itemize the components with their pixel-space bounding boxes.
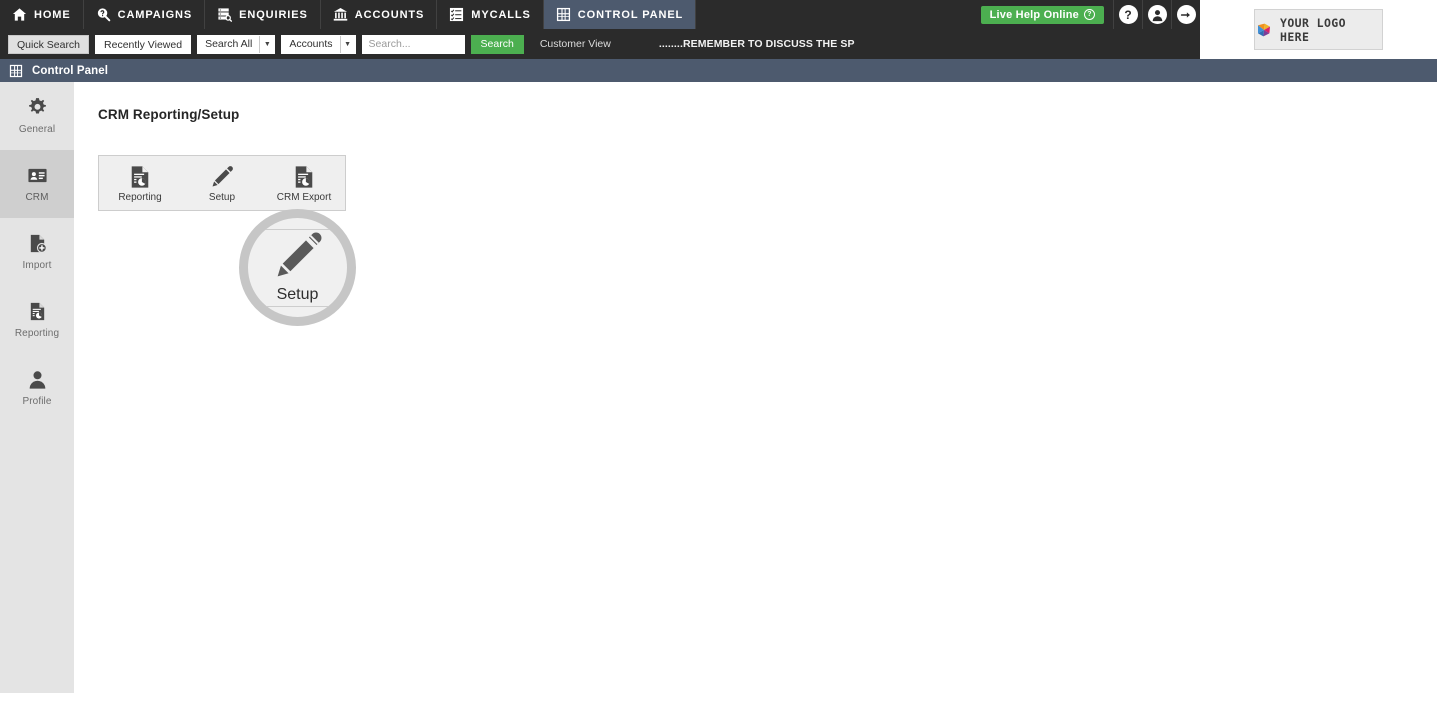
main-content: CRM Reporting/Setup Reporting Setup CRM … [74,82,1437,702]
crm-tile-strip: Reporting Setup CRM Export [98,155,346,211]
nav-tab-campaigns[interactable]: CAMPAIGNS [84,0,206,29]
document-chart-icon [127,164,153,190]
nav-tab-control-panel[interactable]: CONTROL PANEL [543,0,697,29]
nav-tab-accounts[interactable]: ACCOUNTS [321,0,438,29]
section-header-bar: Control Panel [0,59,1437,82]
sidebar-item-reporting[interactable]: Reporting [0,286,74,354]
magnifier-bottom-divider [248,306,347,307]
question-mark-icon: ? [1118,5,1138,24]
nav-tab-mycalls[interactable]: MYCALLS [437,0,544,29]
top-navigation-actions: Live Help Online ? ? [980,0,1200,29]
magnifier-overlay-setup: Setup [239,209,356,326]
announcement-marquee: ........REMEMBER TO DISCUSS THE SP [659,34,1200,54]
gear-icon [27,97,48,118]
search-input[interactable] [361,34,465,54]
section-title: Control Panel [32,64,109,77]
sidebar-item-general[interactable]: General [0,82,74,150]
tile-crm-export[interactable]: CRM Export [263,156,345,210]
left-sidebar: General CRM Import Reporting Profile [0,82,74,693]
contact-card-icon [27,165,48,186]
live-help-label: Live Help Online [989,8,1079,21]
page-title: CRM Reporting/Setup [98,107,240,122]
mycalls-list-icon [449,7,464,22]
company-logo-text: YOUR LOGO HERE [1280,15,1346,44]
company-logo[interactable]: YOUR LOGO HERE [1254,9,1383,50]
nav-tab-home[interactable]: HOME [0,0,84,29]
nav-tab-enquiries-label: ENQUIRIES [239,8,308,21]
pencil-icon [209,164,235,190]
magnifier-top-divider [248,229,347,230]
recently-viewed-button[interactable]: Recently Viewed [95,34,192,54]
search-button[interactable]: Search [470,34,524,54]
help-button[interactable]: ? [1113,0,1142,29]
search-scope-select-value: Search All [205,37,253,50]
campaigns-icon [96,7,111,22]
live-help-button[interactable]: Live Help Online ? [980,5,1104,24]
user-avatar-icon [1147,5,1167,24]
live-help-badge-icon: ? [1084,9,1095,20]
quick-search-bar: Quick Search Recently Viewed Search All … [0,29,1200,59]
tile-reporting-label: Reporting [118,191,162,203]
nav-tab-enquiries[interactable]: ENQUIRIES [205,0,321,29]
document-add-icon [27,233,48,254]
search-scope-select[interactable]: Search All ▼ [197,34,276,54]
announcement-marquee-text: ........REMEMBER TO DISCUSS THE SP [658,38,855,50]
tile-reporting[interactable]: Reporting [99,156,181,210]
tile-setup-label: Setup [208,191,236,203]
nav-tab-campaigns-label: CAMPAIGNS [117,8,193,21]
nav-tab-home-label: HOME [34,8,71,21]
sidebar-item-reporting-label: Reporting [14,328,60,339]
sidebar-item-import-label: Import [22,260,52,271]
sidebar-item-import[interactable]: Import [0,218,74,286]
app-root: HOME CAMPAIGNS ENQUIRIES ACCOUNTS MYCALL… [0,0,1437,702]
enquiries-icon [217,7,233,22]
logout-button[interactable] [1171,0,1200,29]
logout-arrow-icon [1176,5,1196,24]
nav-tab-control-panel-label: CONTROL PANEL [577,8,684,21]
tile-crm-export-label: CRM Export [276,191,332,203]
top-navigation-bar: HOME CAMPAIGNS ENQUIRIES ACCOUNTS MYCALL… [0,0,1200,29]
chevron-down-icon: ▼ [339,35,355,53]
nav-tab-accounts-label: ACCOUNTS [354,8,425,21]
person-icon [27,369,48,390]
nav-tab-mycalls-label: MYCALLS [471,8,531,21]
customer-view-link[interactable]: Customer View [540,38,611,50]
pencil-icon [270,228,326,284]
sidebar-item-crm[interactable]: CRM [0,150,74,218]
quick-search-button[interactable]: Quick Search [8,34,90,54]
search-entity-select[interactable]: Accounts ▼ [281,34,356,54]
control-panel-grid-icon [556,7,571,22]
sidebar-item-profile[interactable]: Profile [0,354,74,422]
sidebar-item-crm-label: CRM [25,192,49,203]
profile-button[interactable] [1142,0,1171,29]
accounts-bank-icon [333,7,348,22]
tile-setup[interactable]: Setup [181,156,263,210]
document-chart-icon [291,164,317,190]
sidebar-item-general-label: General [18,124,56,135]
control-panel-grid-icon [9,64,23,78]
home-icon [12,7,27,22]
search-entity-select-value: Accounts [289,37,333,50]
chevron-down-icon: ▼ [259,35,274,53]
sidebar-item-profile-label: Profile [22,396,52,407]
document-chart-icon [27,301,48,322]
magnifier-setup-label: Setup [276,286,319,303]
logo-area: YOUR LOGO HERE [1200,0,1437,59]
pinwheel-logo-icon [1255,21,1273,39]
